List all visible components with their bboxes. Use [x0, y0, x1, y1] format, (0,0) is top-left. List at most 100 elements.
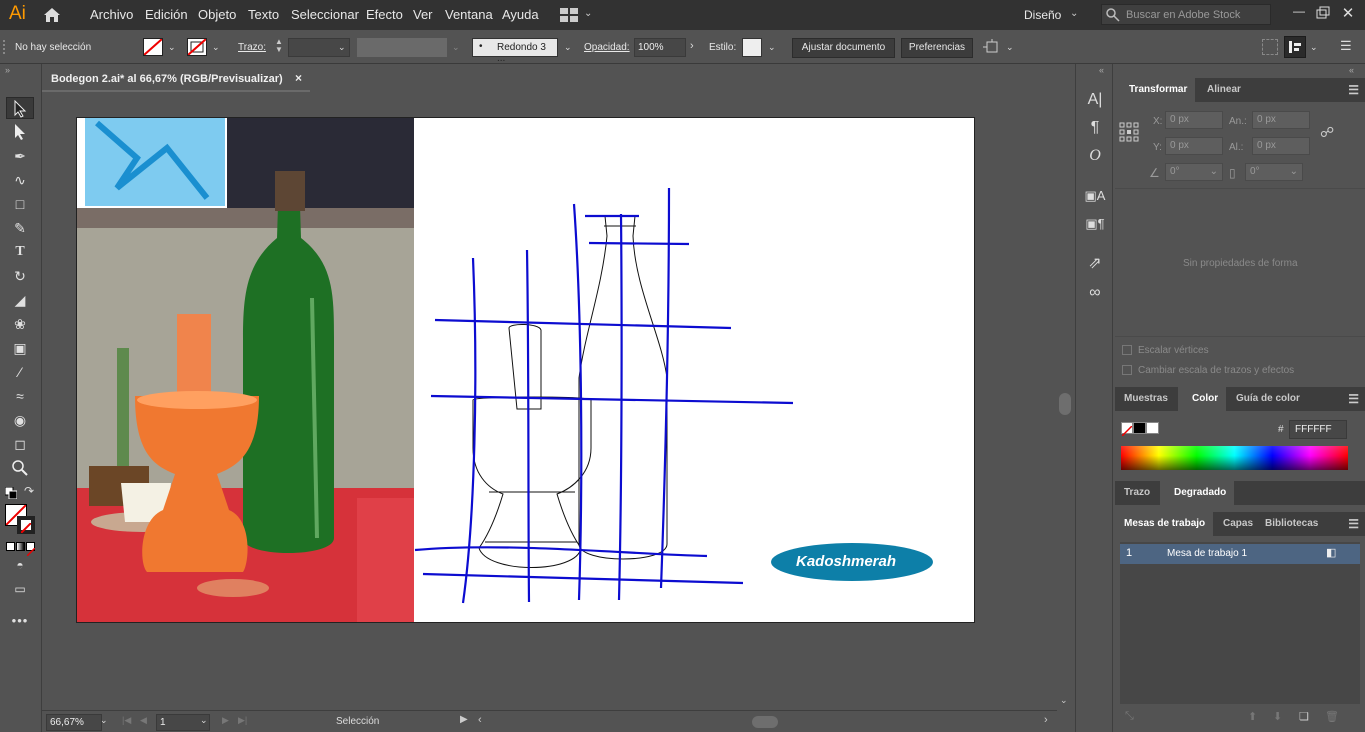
vertical-scrollbar[interactable]: ⌄ — [1057, 93, 1073, 710]
chevron-down-icon[interactable]: ⌄ — [1070, 8, 1078, 19]
gradient-tool-icon[interactable]: ▣ — [6, 337, 34, 359]
tab-muestras[interactable]: Muestras — [1115, 387, 1176, 411]
stroke-label[interactable]: Trazo: — [238, 42, 266, 53]
x-input[interactable]: 0 px — [1165, 111, 1223, 129]
stroke-stepper[interactable]: ▲ ▼ — [272, 38, 286, 56]
menu-efecto[interactable]: Efecto — [366, 7, 403, 22]
close-tab-icon[interactable]: × — [295, 71, 302, 85]
scroll-right-icon[interactable]: › — [1044, 714, 1048, 726]
home-icon[interactable] — [42, 5, 62, 25]
tab-mesas-de-trabajo[interactable]: Mesas de trabajo — [1115, 512, 1214, 536]
hamburger-menu-icon[interactable]: ☰ — [1348, 83, 1359, 97]
chevron-down-icon[interactable]: ⌄ — [1060, 695, 1068, 706]
new-artboard-icon[interactable]: ❏ — [1299, 710, 1309, 723]
opacity-label[interactable]: Opacidad: — [584, 42, 630, 53]
restore-icon[interactable] — [1313, 4, 1333, 22]
y-input[interactable]: 0 px — [1165, 137, 1223, 155]
color-spectrum[interactable] — [1121, 446, 1348, 470]
chevron-down-icon[interactable]: ⌄ — [1290, 164, 1298, 180]
stroke-color-icon[interactable] — [17, 516, 35, 534]
white-swatch[interactable] — [1146, 422, 1159, 434]
h-input[interactable]: 0 px — [1252, 137, 1310, 155]
puppet-warp-icon[interactable] — [983, 39, 1001, 55]
fill-swatch[interactable] — [143, 38, 163, 56]
menu-texto[interactable]: Texto — [248, 7, 279, 22]
chevron-down-icon[interactable]: ⌄ — [212, 42, 220, 53]
chevron-down-icon[interactable]: ⌄ — [1006, 42, 1014, 53]
swap-colors-icon[interactable]: ↷ — [24, 484, 34, 498]
minimize-icon[interactable]: — — [1289, 4, 1309, 22]
character-icon[interactable]: A| — [1084, 89, 1106, 111]
rotate-tool-icon[interactable]: ↻ — [6, 265, 34, 287]
character-styles-icon[interactable]: ▣A — [1084, 185, 1106, 207]
hamburger-menu-icon[interactable]: ☰ — [1348, 392, 1359, 406]
zoom-tool-icon[interactable] — [6, 457, 34, 479]
tab-capas[interactable]: Capas — [1213, 512, 1261, 536]
first-artboard-icon[interactable]: |◀ — [122, 715, 131, 726]
color-mode-icon[interactable] — [6, 542, 15, 551]
chevron-down-icon[interactable]: ⌄ — [338, 42, 346, 53]
horizontal-scroll-thumb[interactable] — [752, 716, 778, 728]
variable-width-profile[interactable] — [357, 38, 447, 57]
curvature-tool-icon[interactable]: ∿ — [6, 169, 34, 191]
close-icon[interactable]: ✕ — [1338, 4, 1358, 22]
artboard-tool-icon[interactable]: ◻ — [6, 433, 34, 455]
blend-tool-icon[interactable]: ≈ — [6, 385, 34, 407]
chevron-down-icon[interactable]: ⌄ — [584, 8, 592, 19]
paragraph-icon[interactable]: ¶ — [1084, 117, 1106, 139]
none-mode-icon[interactable] — [26, 542, 36, 557]
menu-seleccionar[interactable]: Seleccionar — [291, 7, 359, 22]
arrange-documents-icon[interactable] — [560, 8, 578, 22]
collapse-icon[interactable]: « — [1349, 65, 1354, 75]
tab-degradado[interactable]: Degradado — [1160, 481, 1235, 505]
line-art-bottle[interactable] — [578, 215, 668, 560]
rotate-input[interactable]: 0° ⌄ — [1165, 163, 1223, 181]
hamburger-menu-icon[interactable]: ☰ — [1348, 517, 1359, 531]
move-down-icon[interactable]: ⬇ — [1273, 710, 1282, 723]
scroll-thumb[interactable] — [1059, 393, 1071, 415]
w-input[interactable]: 0 px — [1252, 111, 1310, 129]
brush-definition[interactable]: • Redondo 3 ... — [472, 38, 558, 64]
reference-photo[interactable] — [77, 118, 414, 622]
artboard-options-icon[interactable]: ◧ — [1326, 546, 1336, 559]
export-icon[interactable]: ⇗ — [1084, 253, 1106, 275]
chevron-down-icon[interactable]: ⌄ — [768, 42, 776, 53]
symbol-sprayer-tool-icon[interactable]: ◉ — [6, 409, 34, 431]
zoom-field[interactable]: 66,67% — [46, 714, 102, 731]
default-colors-icon[interactable] — [4, 486, 18, 500]
gradient-mode-icon[interactable] — [16, 542, 25, 551]
tab-guia-color[interactable]: Guía de color — [1228, 387, 1308, 411]
tab-transformar[interactable]: Transformar — [1115, 78, 1196, 102]
rearrange-icon[interactable]: ⤡ — [1125, 710, 1134, 723]
chevron-down-icon[interactable]: ⌄ — [168, 42, 176, 53]
list-item[interactable]: 1 Mesa de trabajo 1 ◧ — [1120, 544, 1360, 564]
fit-document-button[interactable]: Ajustar documento — [792, 38, 895, 58]
panel-menu-icon[interactable] — [1284, 36, 1306, 58]
style-swatch[interactable] — [742, 38, 762, 57]
warp-tool-icon[interactable]: ❀ — [6, 313, 34, 335]
reference-point-icon[interactable] — [1119, 122, 1139, 142]
artboard[interactable]: Kadoshmerah — [76, 117, 975, 623]
workspace-switcher[interactable]: Diseño — [1024, 8, 1061, 22]
construction-lines[interactable] — [414, 187, 794, 604]
screen-mode-icon[interactable]: ▭ — [6, 578, 34, 600]
link-proportions-icon[interactable]: ☍ — [1320, 124, 1334, 141]
scale-strokes-checkbox[interactable] — [1122, 365, 1132, 375]
document-tab[interactable]: Bodegon 2.ai* al 66,67% (RGB/Previsualiz… — [42, 66, 310, 92]
direct-selection-tool-icon[interactable] — [6, 121, 34, 143]
eraser-tool-icon[interactable]: ◢ — [6, 289, 34, 311]
opacity-input[interactable]: 100% — [634, 38, 686, 57]
opentype-icon[interactable]: O — [1084, 145, 1106, 167]
menu-ayuda[interactable]: Ayuda — [502, 7, 539, 22]
chevron-down-icon[interactable]: ⌄ — [1310, 42, 1318, 53]
chevron-down-icon[interactable]: ⌄ — [100, 715, 108, 726]
grip-icon[interactable] — [3, 40, 6, 54]
black-swatch[interactable] — [1133, 422, 1146, 434]
menu-archivo[interactable]: Archivo — [90, 7, 133, 22]
tab-trazo[interactable]: Trazo — [1115, 481, 1158, 505]
line-art-mortar[interactable] — [472, 324, 592, 568]
tab-bibliotecas[interactable]: Bibliotecas — [1258, 512, 1326, 536]
pen-tool-icon[interactable]: ✒ — [6, 145, 34, 167]
stock-search-field[interactable]: Buscar en Adobe Stock — [1101, 4, 1271, 25]
hex-input[interactable]: FFFFFF — [1289, 420, 1347, 439]
